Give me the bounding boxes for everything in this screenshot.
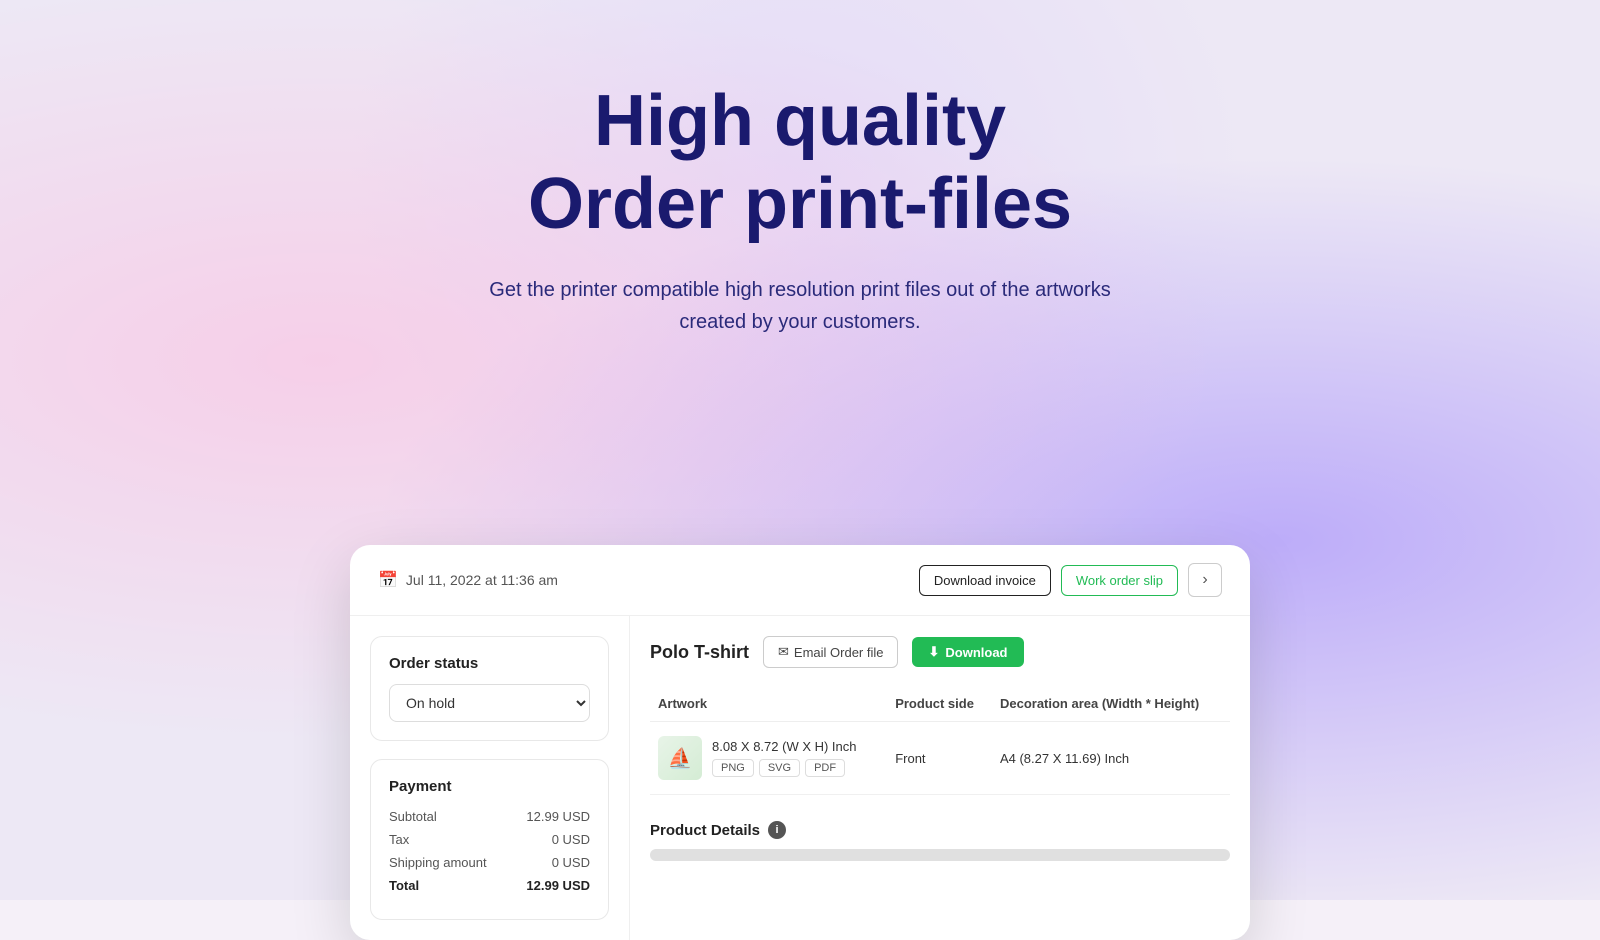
download-invoice-button[interactable]: Download invoice (919, 565, 1051, 596)
order-status-title: Order status (389, 655, 590, 672)
format-badge-png[interactable]: PNG (712, 759, 754, 777)
format-badges: PNG SVG PDF (712, 759, 857, 777)
calendar-icon: 📅 (378, 570, 398, 590)
header-date: 📅 Jul 11, 2022 at 11:36 am (378, 570, 558, 590)
more-options-button[interactable]: › (1188, 563, 1222, 597)
payment-card: Payment Subtotal 12.99 USD Tax 0 USD Shi… (370, 759, 609, 920)
artwork-info: 8.08 X 8.72 (W X H) Inch PNG SVG PDF (712, 739, 857, 777)
product-side-cell: Front (887, 722, 992, 795)
table-row: ⛵ 8.08 X 8.72 (W X H) Inch PNG SVG PDF (650, 722, 1230, 795)
hero-section: High quality Order print-files Get the p… (0, 0, 1600, 338)
artwork-dimensions: 8.08 X 8.72 (W X H) Inch (712, 739, 857, 754)
app-header: 📅 Jul 11, 2022 at 11:36 am Download invo… (350, 545, 1250, 616)
order-status-select[interactable]: On hold Processing Completed Cancelled (389, 684, 590, 722)
product-header: Polo T-shirt ✉ Email Order file ⬇ Downlo… (650, 636, 1230, 668)
app-window: 📅 Jul 11, 2022 at 11:36 am Download invo… (350, 545, 1250, 940)
email-order-file-button[interactable]: ✉ Email Order file (763, 636, 898, 668)
product-side-col-header: Product side (887, 686, 992, 722)
format-badge-pdf[interactable]: PDF (805, 759, 845, 777)
shipping-row: Shipping amount 0 USD (389, 855, 590, 870)
hero-subtitle: Get the printer compatible high resoluti… (470, 274, 1130, 338)
right-panel: Polo T-shirt ✉ Email Order file ⬇ Downlo… (630, 616, 1250, 940)
payment-title: Payment (389, 778, 590, 795)
hero-title: High quality Order print-files (0, 80, 1600, 246)
product-name: Polo T-shirt (650, 642, 749, 663)
product-details-title: Product Details (650, 822, 760, 839)
format-badge-svg[interactable]: SVG (759, 759, 800, 777)
tax-row: Tax 0 USD (389, 832, 590, 847)
download-button[interactable]: ⬇ Download (912, 637, 1023, 667)
total-row: Total 12.99 USD (389, 878, 590, 893)
work-order-slip-button[interactable]: Work order slip (1061, 565, 1178, 596)
info-icon[interactable]: i (768, 821, 786, 839)
decoration-area-cell: A4 (8.27 X 11.69) Inch (992, 722, 1230, 795)
artwork-col-header: Artwork (650, 686, 887, 722)
decoration-area-col-header: Decoration area (Width * Height) (992, 686, 1230, 722)
product-details-header: Product Details i (650, 811, 1230, 839)
header-actions: Download invoice Work order slip › (919, 563, 1222, 597)
download-icon: ⬇ (928, 644, 939, 660)
app-body: Order status On hold Processing Complete… (350, 616, 1250, 940)
artwork-cell: ⛵ 8.08 X 8.72 (W X H) Inch PNG SVG PDF (650, 722, 887, 795)
artwork-table: Artwork Product side Decoration area (Wi… (650, 686, 1230, 795)
artwork-thumbnail: ⛵ (658, 736, 702, 780)
product-details-bar (650, 849, 1230, 861)
left-panel: Order status On hold Processing Complete… (350, 616, 630, 940)
subtotal-row: Subtotal 12.99 USD (389, 809, 590, 824)
order-status-card: Order status On hold Processing Complete… (370, 636, 609, 741)
email-icon: ✉ (778, 644, 789, 660)
